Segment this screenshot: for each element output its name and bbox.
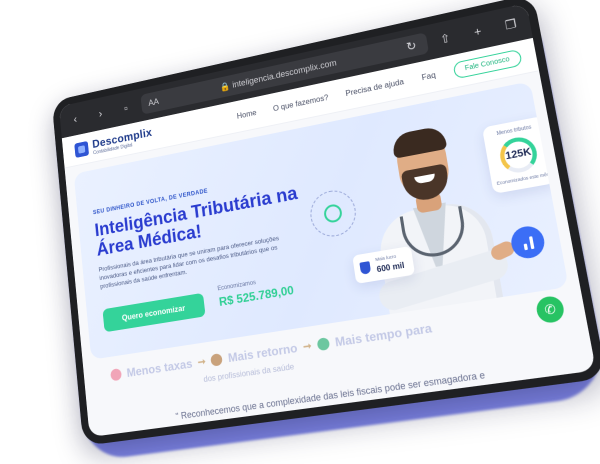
benefit-item-tempo: Mais tempo para bbox=[334, 320, 433, 350]
menu-item-faq[interactable]: Faq bbox=[421, 71, 436, 83]
gauge-caption: Economizados este mês bbox=[496, 171, 550, 186]
whatsapp-icon[interactable]: ✆ bbox=[534, 294, 566, 325]
benefit-item-retorno: Mais retorno bbox=[227, 340, 299, 366]
reload-icon[interactable]: ↻ bbox=[402, 37, 420, 56]
arrow-icon: ➞ bbox=[197, 356, 207, 369]
savings-gauge-card: Menos tributos 125K Economizados este mê… bbox=[482, 115, 556, 194]
menu-item-precisa-de-ajuda[interactable]: Precisa de ajuda bbox=[345, 77, 405, 98]
arrow-icon: ➞ bbox=[302, 340, 313, 353]
logo-mark-icon bbox=[74, 140, 90, 158]
bar-chart-icon bbox=[508, 223, 547, 261]
tablet-frame: ‹ › ▫ AA 🔒 inteligencia.descomplix.com ↻… bbox=[51, 0, 600, 446]
lock-icon: 🔒 bbox=[219, 80, 231, 92]
book-icon[interactable]: ▫ bbox=[118, 100, 133, 117]
seal-inner-icon bbox=[322, 203, 344, 224]
chart-bar-small bbox=[523, 243, 528, 251]
chart-bar-tall bbox=[528, 236, 534, 250]
smile-emoji-icon bbox=[110, 368, 122, 382]
new-tab-icon[interactable]: + bbox=[468, 22, 487, 41]
forward-icon[interactable]: › bbox=[93, 105, 108, 122]
back-icon[interactable]: ‹ bbox=[68, 111, 83, 128]
shield-icon bbox=[359, 261, 372, 275]
menu-item-home[interactable]: Home bbox=[236, 108, 257, 120]
stage: ‹ › ▫ AA 🔒 inteligencia.descomplix.com ↻… bbox=[0, 0, 600, 464]
tablet-screen: ‹ › ▫ AA 🔒 inteligencia.descomplix.com ↻… bbox=[58, 3, 597, 438]
browser-nav: ‹ › ▫ bbox=[68, 100, 134, 128]
menu-item-o-que-fazemos[interactable]: O que fazemos? bbox=[272, 93, 328, 113]
seal-badge-icon bbox=[307, 186, 359, 240]
chart-emoji-icon bbox=[316, 337, 331, 352]
share-icon[interactable]: ⇧ bbox=[436, 29, 455, 48]
check-icon: ✓ bbox=[535, 108, 551, 124]
tabs-icon[interactable]: ❐ bbox=[501, 15, 520, 34]
revenue-label: Mais lucro bbox=[374, 253, 397, 263]
money-emoji-icon bbox=[210, 352, 224, 367]
doctor-beard bbox=[400, 163, 451, 204]
contact-button[interactable]: Fale Conosco bbox=[452, 48, 523, 80]
save-money-button[interactable]: Quero economizar bbox=[102, 292, 206, 333]
revenue-value: 600 mil bbox=[376, 260, 406, 275]
logo-text-group: Descomplix Contabilidade Digital bbox=[92, 125, 153, 155]
benefit-item-taxas: Menos taxas bbox=[126, 356, 194, 380]
